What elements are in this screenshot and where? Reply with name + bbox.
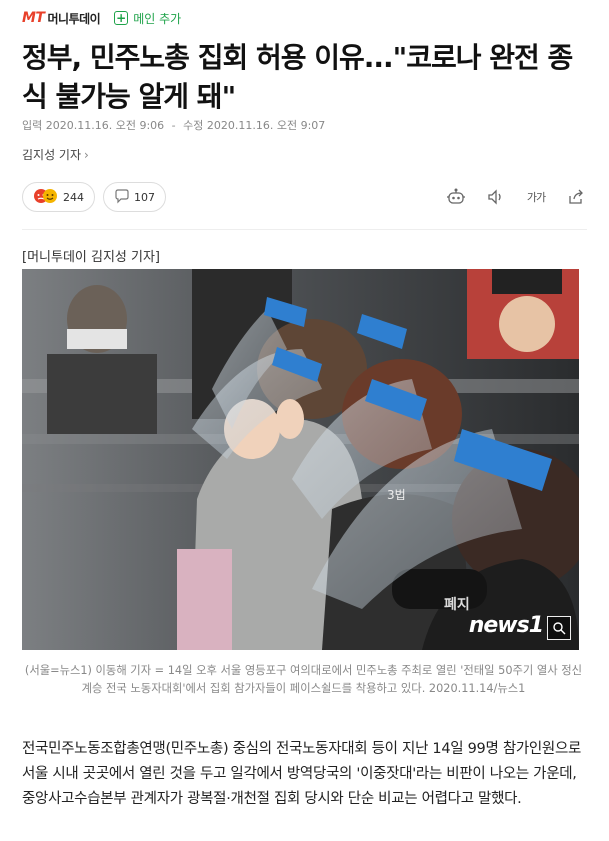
article-tools: 가가: [445, 186, 587, 208]
robot-icon[interactable]: [445, 186, 467, 208]
svg-text:3법: 3법: [387, 488, 406, 502]
article-photo[interactable]: 3법 폐지 news1: [22, 269, 579, 650]
plus-icon: +: [114, 11, 129, 25]
add-main-button[interactable]: + 메인 추가: [114, 10, 181, 27]
reaction-row: 244 107: [22, 182, 166, 212]
add-main-label: 메인 추가: [133, 11, 182, 26]
photo-caption: (서울=뉴스1) 이동해 기자 = 14일 오후 서울 영등포구 여의대로에서 …: [24, 664, 583, 695]
author-name: 김지성 기자: [22, 148, 82, 162]
input-time: 입력 2020.11.16. 오전 9:06: [22, 119, 165, 132]
top-bar: MT 머니투데이 + 메인 추가: [22, 8, 181, 28]
article-meta: 입력 2020.11.16. 오전 9:06 - 수정 2020.11.16. …: [22, 117, 329, 133]
chevron-right-icon: ›: [84, 147, 89, 162]
comment-button[interactable]: 107: [103, 182, 166, 212]
photo-illustration: 3법 폐지: [22, 269, 579, 650]
modified-time: 수정 2020.11.16. 오전 9:07: [183, 119, 326, 132]
article-body: 전국민주노동조합총연맹(민주노총) 중심의 전국노동자대회 등이 지난 14일 …: [22, 741, 582, 807]
reaction-button[interactable]: 244: [22, 182, 95, 212]
reaction-count: 244: [63, 190, 84, 204]
font-size-label: 가가: [526, 191, 546, 204]
svg-text:폐지: 폐지: [444, 597, 470, 613]
photo-credit: [머니투데이 김지성 기자]: [22, 250, 161, 265]
zoom-icon[interactable]: [547, 616, 571, 640]
share-icon[interactable]: [565, 186, 587, 208]
meta-separator: -: [171, 119, 176, 132]
speaker-icon[interactable]: [485, 186, 507, 208]
font-size-icon[interactable]: 가가: [525, 186, 547, 208]
news1-watermark: news1: [468, 613, 544, 638]
divider: [22, 229, 587, 230]
comment-icon: [114, 188, 130, 207]
author-link[interactable]: 김지성 기자 ›: [22, 146, 89, 163]
comment-count: 107: [134, 190, 155, 204]
angry-emoji-icon: [33, 188, 59, 207]
article-title: 정부, 민주노총 집회 허용 이유..."코로나 완전 종식 불가능 알게 돼": [22, 41, 573, 113]
brand-logo[interactable]: MT: [22, 10, 45, 26]
brand-name[interactable]: 머니투데이: [47, 10, 100, 27]
